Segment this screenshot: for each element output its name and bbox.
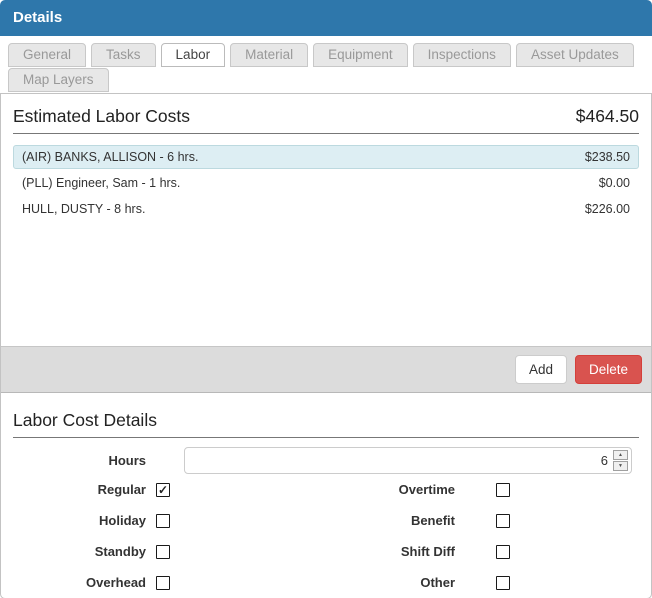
tab-material[interactable]: Material	[230, 43, 308, 67]
standby-label: Standby	[13, 544, 146, 559]
tab-bar: GeneralTasksLaborMaterialEquipmentInspec…	[0, 36, 652, 93]
tab-equipment[interactable]: Equipment	[313, 43, 408, 67]
add-button[interactable]: Add	[515, 355, 567, 384]
regular-label: Regular	[13, 482, 146, 497]
overhead-label: Overhead	[13, 575, 146, 590]
standby-checkbox[interactable]	[156, 545, 170, 559]
hours-input[interactable]: 6 ▲ ▼	[184, 447, 632, 474]
hours-row: Hours 6 ▲ ▼	[13, 447, 639, 474]
labor-row-amount: $226.00	[585, 202, 630, 216]
delete-button[interactable]: Delete	[575, 355, 642, 384]
estimated-labor-costs-title: Estimated Labor Costs	[13, 106, 190, 127]
details-window: Details GeneralTasksLaborMaterialEquipme…	[0, 0, 652, 598]
estimated-labor-costs-total: $464.50	[576, 106, 639, 127]
overtime-label: Overtime	[170, 482, 455, 497]
spinner-up-icon[interactable]: ▲	[613, 450, 628, 460]
labor-cost-details-title: Labor Cost Details	[13, 410, 157, 431]
labor-cost-list: (AIR) BANKS, ALLISON - 6 hrs. $238.50 (PLL…	[13, 145, 639, 221]
shift-diff-checkbox[interactable]	[496, 545, 510, 559]
overhead-checkbox[interactable]	[156, 576, 170, 590]
window-title: Details	[0, 0, 652, 36]
labor-row-name: (AIR) BANKS, ALLISON - 6 hrs.	[22, 150, 198, 164]
spinner-down-icon[interactable]: ▼	[613, 461, 628, 471]
overtime-checkbox[interactable]	[496, 483, 510, 497]
list-action-bar: Add Delete	[1, 346, 651, 393]
other-checkbox[interactable]	[496, 576, 510, 590]
hours-spinner: ▲ ▼	[613, 450, 628, 471]
tab-labor[interactable]: Labor	[161, 43, 226, 67]
heading-divider	[13, 437, 639, 438]
labor-cost-details-section: Labor Cost Details Hours 6 ▲ ▼ Regular✓O…	[1, 393, 651, 598]
labor-row-amount: $0.00	[599, 176, 630, 190]
labor-cost-details-heading: Labor Cost Details	[13, 410, 639, 431]
other-label: Other	[170, 575, 455, 590]
benefit-label: Benefit	[170, 513, 455, 528]
labor-row[interactable]: (AIR) BANKS, ALLISON - 6 hrs. $238.50	[13, 145, 639, 169]
estimated-labor-costs-heading: Estimated Labor Costs $464.50	[13, 106, 639, 127]
holiday-checkbox[interactable]	[156, 514, 170, 528]
tab-general[interactable]: General	[8, 43, 86, 67]
tab-map-layers[interactable]: Map Layers	[8, 68, 109, 92]
regular-checkbox[interactable]: ✓	[156, 483, 170, 497]
checkbox-row: Holiday Benefit	[13, 505, 639, 536]
holiday-label: Holiday	[13, 513, 146, 528]
estimated-labor-costs-section: Estimated Labor Costs $464.50 (AIR) BANK…	[1, 94, 651, 346]
labor-row[interactable]: (PLL) Engineer, Sam - 1 hrs. $0.00	[13, 171, 639, 195]
tab-row-2: Map Layers	[8, 68, 652, 93]
checkbox-row: Standby Shift Diff	[13, 536, 639, 567]
labor-row-name: HULL, DUSTY - 8 hrs.	[22, 202, 145, 216]
hours-label: Hours	[13, 453, 146, 468]
hours-value: 6	[601, 448, 608, 473]
heading-divider	[13, 133, 639, 134]
checkbox-row: Regular ✓Overtime	[13, 474, 639, 505]
labor-row-name: (PLL) Engineer, Sam - 1 hrs.	[22, 176, 180, 190]
labor-row-amount: $238.50	[585, 150, 630, 164]
tab-inspections[interactable]: Inspections	[413, 43, 511, 67]
labor-panel: Estimated Labor Costs $464.50 (AIR) BANK…	[0, 93, 652, 598]
labor-row[interactable]: HULL, DUSTY - 8 hrs. $226.00	[13, 197, 639, 221]
shift-diff-label: Shift Diff	[170, 544, 455, 559]
checkbox-grid: Regular ✓Overtime Holiday Benefit Standby Shi…	[13, 474, 639, 598]
tab-asset-updates[interactable]: Asset Updates	[516, 43, 634, 67]
checkbox-row: Overhead Other	[13, 567, 639, 598]
benefit-checkbox[interactable]	[496, 514, 510, 528]
tab-tasks[interactable]: Tasks	[91, 43, 156, 67]
tab-row-1: GeneralTasksLaborMaterialEquipmentInspec…	[8, 43, 652, 68]
